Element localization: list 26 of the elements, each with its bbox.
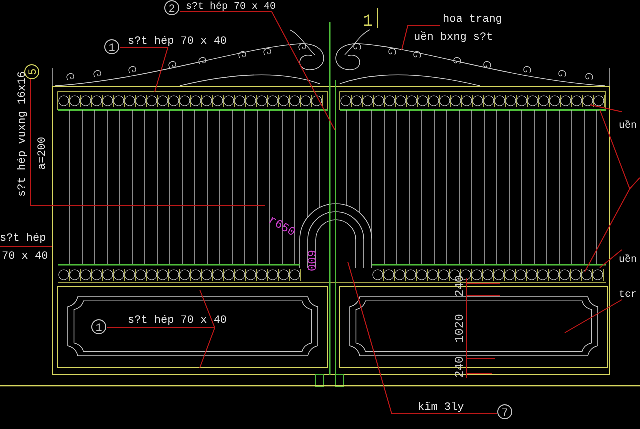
- leader-line: [402, 26, 440, 50]
- dimension-label: 240: [453, 356, 467, 378]
- dimension-label: r650: [266, 213, 298, 240]
- dimension-label: 240: [453, 275, 467, 297]
- callout-marker: 2: [164, 0, 180, 16]
- callout-marker: 1: [104, 40, 120, 55]
- note-label: s?t hép: [0, 233, 46, 245]
- note-label: uền bxng s?t: [414, 32, 494, 44]
- note-label: hoa trang: [443, 14, 502, 26]
- callout-marker: 7: [498, 404, 512, 420]
- note-label: uền: [619, 121, 638, 132]
- callout-label: s?t hép 70 x 40: [186, 2, 276, 13]
- note-label: a=200: [37, 136, 49, 170]
- note-label: 70 x 40: [2, 251, 48, 263]
- leader-line: [0, 246, 52, 248]
- callout-label: s?t hép 70 x 40: [128, 315, 228, 327]
- leader-line: [564, 300, 622, 334]
- callout-marker: 5: [24, 64, 40, 80]
- drawing-number: 1: [363, 13, 374, 32]
- callout-label: s?t hép 70 x 40: [128, 36, 228, 48]
- dimension-label: 600: [304, 250, 318, 272]
- callout-label: kĩm 3ly: [418, 402, 464, 414]
- note-label: tєr: [619, 290, 638, 301]
- callout-marker: 1: [92, 320, 106, 335]
- dimension-label: 1020: [453, 314, 467, 343]
- note-label: uền: [619, 255, 638, 266]
